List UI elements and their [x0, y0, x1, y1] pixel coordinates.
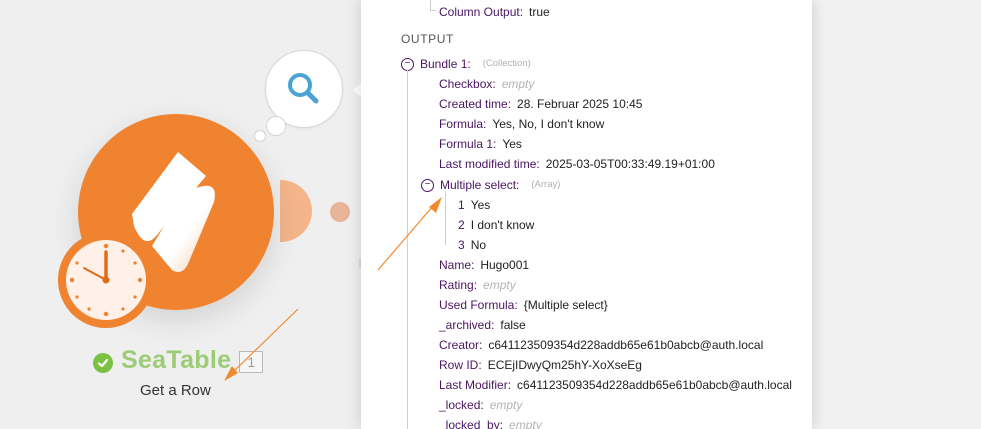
clock-icon [69, 243, 143, 317]
output-row-created-time: Created time: 28. Februar 2025 10:45 [439, 97, 643, 111]
tree-line [430, 10, 436, 11]
connector-dot [330, 202, 350, 222]
output-inspector-panel[interactable]: Column Output: true OUTPUT − Bundle 1: (Co… [361, 0, 812, 429]
output-row-rating: Rating: empty [439, 278, 516, 292]
seatable-module[interactable]: SeaTable 1 Get a Row [0, 0, 365, 429]
output-row-creator: Creator: c641123509354d228addb65e61b0abcb… [439, 338, 764, 352]
output-row-checkbox: Checkbox: empty [439, 77, 535, 91]
output-row-used-formula: Used Formula: {Multiple select} [439, 298, 608, 312]
array-item: 1 Yes [458, 198, 491, 212]
search-icon [288, 73, 319, 104]
collapse-minus-icon[interactable]: − [421, 178, 434, 192]
output-row-column-output: Column Output: true [439, 5, 550, 19]
output-row-formula: Formula: Yes, No, I don't know [439, 117, 605, 131]
output-row-locked: _locked: empty [439, 398, 523, 412]
module-action-label: Get a Row [140, 382, 211, 399]
output-row-multiple-select[interactable]: − Multiple select: (Array) [421, 177, 560, 193]
tree-line [407, 70, 408, 429]
bundle-row[interactable]: − Bundle 1: (Collection) [401, 56, 531, 72]
array-item: 3 No [458, 238, 487, 252]
output-row-archived: _archived: false [439, 318, 526, 332]
output-row-name: Name: Hugo001 [439, 258, 530, 272]
output-row-last-modifier: Last Modifier: c641123509354d228addb65e61… [439, 378, 792, 392]
module-name: SeaTable [121, 346, 232, 374]
output-section-title: OUTPUT [401, 32, 454, 46]
success-check-icon [93, 352, 113, 373]
output-row-row-id: Row ID: ECEjIDwyQm25hY-XoXseEg [439, 358, 642, 372]
schedule-clock[interactable] [58, 232, 154, 328]
output-row-formula-1: Formula 1: Yes [439, 137, 522, 151]
array-item: 2I don't know [458, 218, 535, 232]
tree-line [445, 191, 446, 245]
module-title: SeaTable 1 [93, 346, 264, 375]
operations-badge[interactable]: 1 [239, 351, 264, 373]
canvas-background-right [812, 0, 981, 429]
tree-line [430, 0, 431, 10]
bubble-dot [254, 130, 266, 142]
collapse-minus-icon[interactable]: − [401, 57, 414, 71]
output-row-locked-by: _locked_by: empty [439, 418, 542, 429]
output-row-last-modified-time: Last modified time: 2025-03-05T00:33:49.1… [439, 157, 715, 171]
bubble-dot [266, 116, 286, 136]
connector-half-circle[interactable] [280, 180, 312, 242]
